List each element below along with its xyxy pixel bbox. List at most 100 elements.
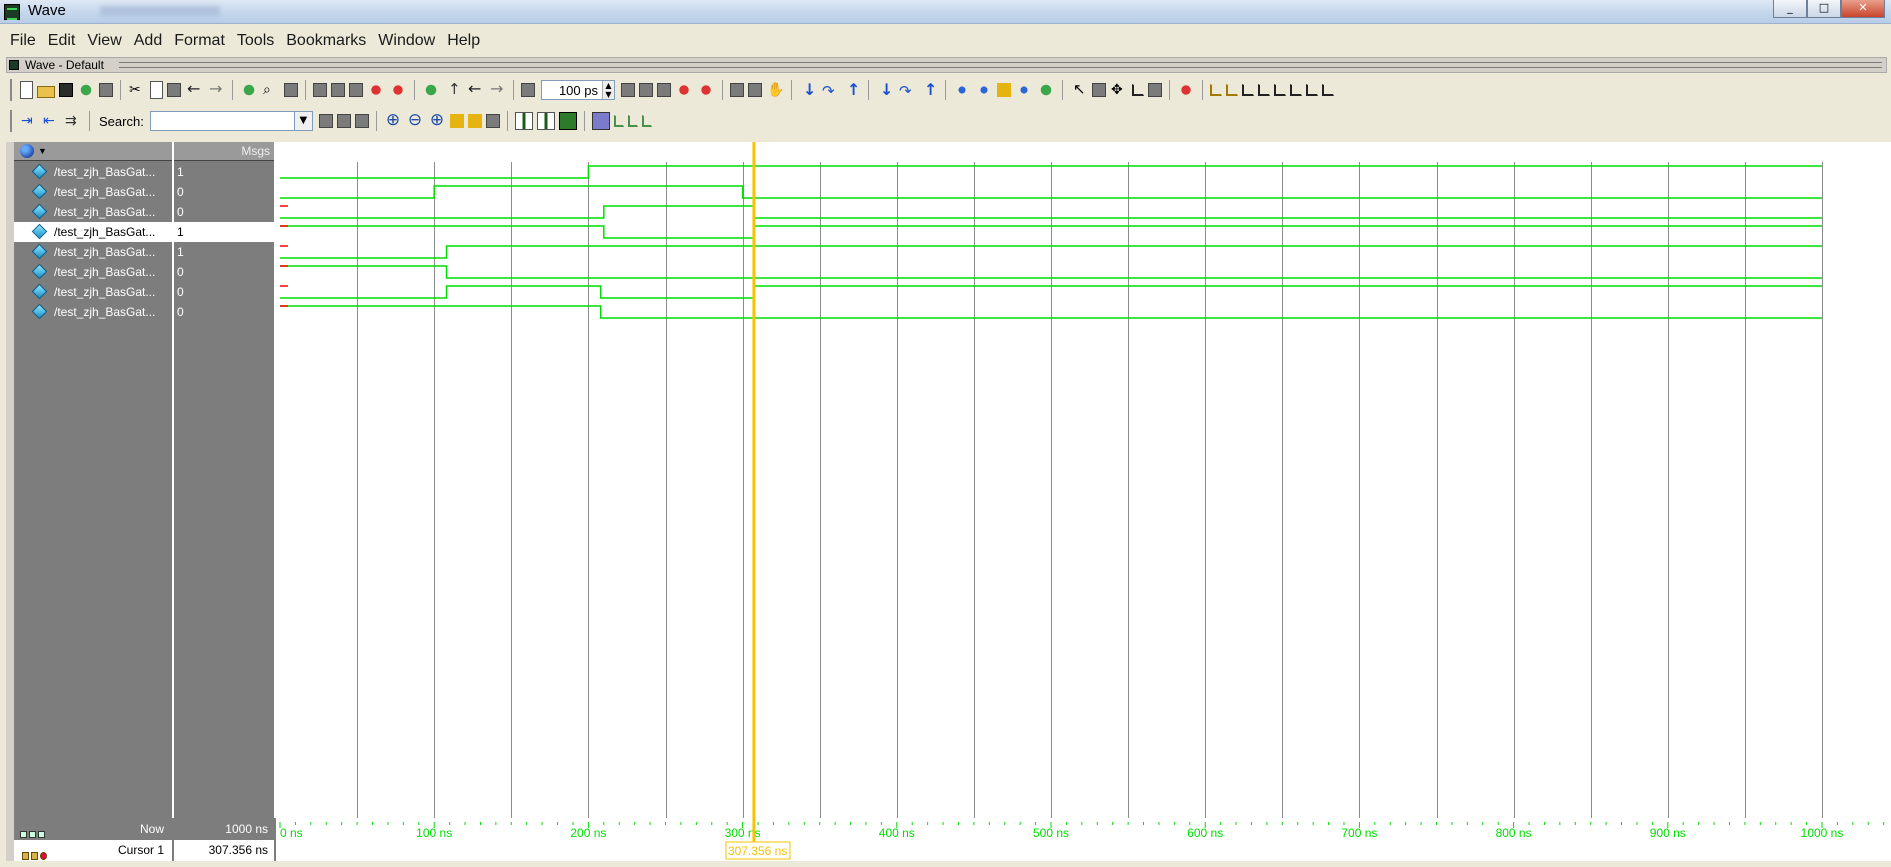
paste-icon[interactable] [167, 83, 181, 97]
wave-rise-icon[interactable] [627, 115, 638, 127]
prev-falling-icon[interactable] [1274, 84, 1286, 96]
dataflow-icon[interactable] [1148, 83, 1162, 97]
chevron-down-icon[interactable]: ▼ [38, 146, 47, 156]
waveform-area[interactable] [276, 142, 1891, 818]
prev-edge-icon[interactable] [1242, 84, 1254, 96]
signal-value[interactable]: 0 [174, 262, 274, 282]
toolbar-handle[interactable] [10, 79, 14, 101]
break-run-icon[interactable] [675, 81, 693, 99]
search-prev-icon[interactable] [336, 114, 351, 128]
edit-mode-icon[interactable] [1132, 84, 1144, 96]
menu-help[interactable]: Help [447, 32, 480, 50]
signal-row[interactable]: /test_zjh_BasGat... [14, 222, 172, 242]
time-axis[interactable]: 0 ns 100 ns 200 ns 300 ns 400 ns 500 ns 600 ns… [276, 818, 1891, 861]
menu-window[interactable]: Window [378, 32, 435, 50]
menu-format[interactable]: Format [174, 32, 225, 50]
toolbar-handle[interactable] [10, 110, 14, 132]
search-next-icon[interactable] [318, 114, 333, 128]
cut-icon[interactable]: ✂ [128, 81, 146, 99]
wave-format-event-icon[interactable] [558, 112, 577, 130]
highlight-icon[interactable] [997, 83, 1011, 97]
list-icon[interactable] [284, 83, 298, 97]
zoom-in-icon[interactable] [384, 110, 402, 130]
compile-all-icon[interactable] [331, 83, 345, 97]
signal-value[interactable]: 1 [174, 242, 274, 262]
cursor-lock-icon[interactable] [22, 846, 49, 867]
next-edge-icon[interactable] [1258, 84, 1270, 96]
run-icon[interactable] [621, 83, 635, 97]
redo-icon[interactable] [207, 79, 225, 99]
simulate-icon[interactable] [349, 83, 363, 97]
signal-value[interactable]: 0 [174, 202, 274, 222]
signal-row[interactable]: /test_zjh_BasGat... [14, 162, 172, 182]
run-all-icon[interactable] [657, 83, 671, 97]
step-into-icon[interactable] [799, 80, 817, 99]
step-over-icon[interactable]: ↷ [821, 81, 839, 100]
signal-row[interactable]: /test_zjh_BasGat... [14, 182, 172, 202]
menu-tools[interactable]: Tools [237, 32, 274, 50]
undo-icon[interactable] [185, 79, 203, 99]
subwindow-header[interactable]: Wave - Default [6, 57, 1887, 73]
event-icon[interactable] [1177, 81, 1195, 99]
run-length-field[interactable]: 100 ps ▲ ▼ [541, 80, 615, 100]
forward-icon[interactable] [488, 79, 506, 99]
add-internal-icon[interactable]: ⇉ [64, 112, 82, 130]
wave-format-literal-icon[interactable] [514, 112, 533, 130]
cursor-label[interactable]: Cursor 1 [118, 840, 164, 861]
wave-step-icon[interactable] [613, 115, 624, 127]
memory-icon[interactable] [748, 83, 762, 97]
expand-icon[interactable] [1037, 81, 1055, 99]
wave-analog-icon[interactable] [591, 112, 610, 130]
signal-row[interactable]: /test_zjh_BasGat... [14, 262, 172, 282]
signal-row[interactable]: /test_zjh_BasGat... [14, 202, 172, 222]
signal-row[interactable]: /test_zjh_BasGat... [14, 282, 172, 302]
fill-icon[interactable] [953, 81, 971, 99]
zoom-last-icon[interactable] [467, 114, 482, 128]
wave-format-logic-icon[interactable] [536, 112, 555, 130]
delete-cursor-icon[interactable] [1226, 84, 1238, 96]
hand-icon[interactable]: ✋ [766, 81, 784, 99]
signal-value[interactable]: 0 [174, 302, 274, 322]
continue-icon[interactable] [639, 83, 653, 97]
add-wave-icon[interactable] [240, 81, 258, 99]
search-input[interactable] [149, 111, 295, 131]
signal-row[interactable]: /test_zjh_BasGat... [14, 302, 172, 322]
add-output-icon[interactable]: ⇤ [42, 112, 60, 130]
save-icon[interactable] [59, 83, 73, 97]
zoom-out-icon[interactable] [406, 110, 424, 130]
waveform-svg[interactable] [276, 142, 1891, 818]
signal-value[interactable]: 1 [174, 162, 274, 182]
run-length-spinner[interactable]: ▲ ▼ [602, 81, 614, 99]
pan-mode-icon[interactable]: ✥ [1110, 81, 1128, 99]
search-options-icon[interactable] [354, 114, 369, 128]
signal-value[interactable]: 0 [174, 182, 274, 202]
zoom-mode-icon[interactable] [1092, 83, 1106, 97]
group-icon[interactable] [1015, 81, 1033, 99]
print-icon[interactable] [99, 83, 113, 97]
zoom-cursor-icon[interactable] [449, 114, 464, 128]
signal-value[interactable]: 1 [174, 222, 274, 242]
copy-icon[interactable] [150, 81, 163, 99]
stop-icon[interactable] [697, 81, 715, 99]
find-binoculars-icon[interactable]: ⌕ [262, 81, 280, 99]
select-mode-icon[interactable] [1070, 80, 1088, 99]
zoom-range-icon[interactable] [485, 114, 500, 128]
performance-icon[interactable] [730, 83, 744, 97]
time-axis-svg[interactable]: 0 ns 100 ns 200 ns 300 ns 400 ns 500 ns 600 ns… [276, 818, 1891, 861]
reload-icon[interactable] [77, 81, 95, 99]
search-dropdown-icon[interactable]: ▼ [294, 111, 313, 131]
restart-icon[interactable] [422, 81, 440, 99]
minimize-button[interactable]: _ [1773, 0, 1807, 18]
add-input-icon[interactable]: ⇥ [20, 112, 38, 130]
stop-sim-icon[interactable] [389, 81, 407, 99]
back-icon[interactable] [466, 79, 484, 99]
drag-grip[interactable] [119, 62, 1882, 68]
signal-value[interactable]: 0 [174, 282, 274, 302]
next-falling-icon[interactable] [1290, 84, 1302, 96]
open-folder-icon[interactable] [37, 86, 55, 98]
step-over-dropdown-icon[interactable]: ↷ [898, 81, 916, 100]
hierarchy-icon[interactable] [20, 144, 34, 158]
maximize-button[interactable]: □ [1807, 0, 1841, 18]
step-up-icon[interactable] [444, 80, 462, 99]
next-rising-icon[interactable] [1322, 84, 1334, 96]
